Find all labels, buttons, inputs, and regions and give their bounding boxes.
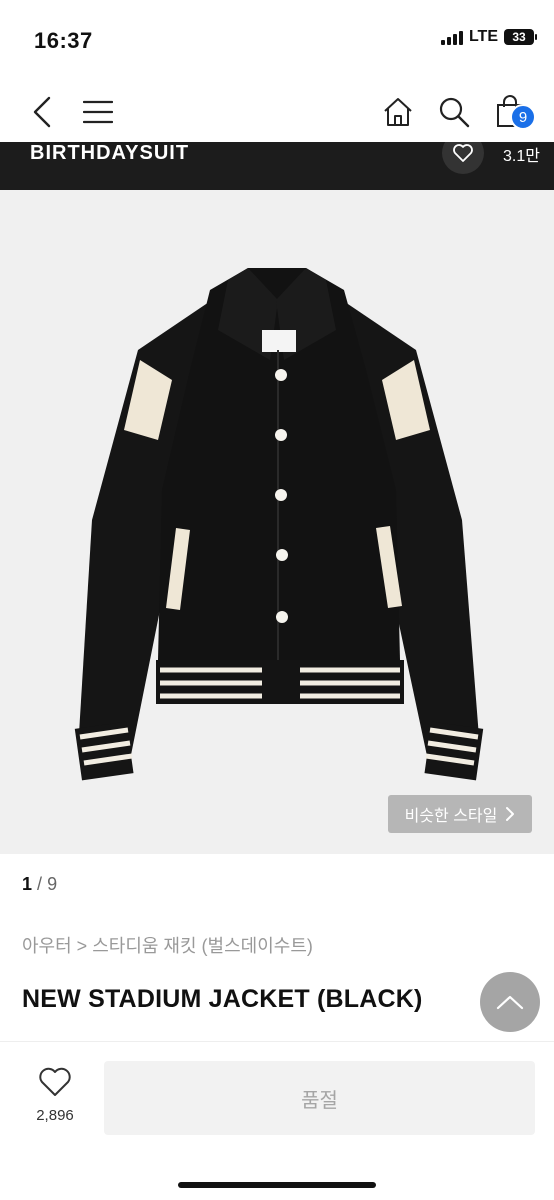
status-time: 16:37 <box>34 28 93 53</box>
image-current: 1 <box>22 874 33 894</box>
battery-icon: 33 <box>504 29 537 45</box>
product-title: NEW STADIUM JACKET (BLACK) <box>22 985 423 1013</box>
chevron-right-icon <box>506 807 515 821</box>
heart-icon <box>453 144 473 162</box>
image-total: 9 <box>47 874 58 894</box>
back-button[interactable] <box>22 92 62 132</box>
signal-icon <box>440 29 463 45</box>
product-image-gallery[interactable]: 비슷한 스타일 <box>0 190 554 854</box>
product-like-count: 2,896 <box>36 1107 74 1124</box>
brand-like-button[interactable] <box>442 142 484 174</box>
heart-icon <box>39 1067 71 1096</box>
chevron-left-icon <box>33 96 51 128</box>
home-icon <box>384 98 412 126</box>
home-indicator <box>178 1182 376 1188</box>
image-counter: 1 / 9 <box>22 874 57 895</box>
network-type: LTE <box>468 28 498 45</box>
cart-button[interactable]: 9 <box>490 92 536 132</box>
menu-button[interactable] <box>78 92 118 132</box>
brand-name[interactable]: BIRTHDAYSUIT <box>30 142 189 165</box>
cart-count-badge: 9 <box>510 104 536 130</box>
similar-style-label: 비슷한 스타일 <box>404 808 498 825</box>
bottom-action-bar: 2,896 품절 <box>0 1041 554 1200</box>
search-button[interactable] <box>434 92 474 132</box>
top-navigation: 9 <box>0 80 554 142</box>
chevron-up-icon <box>496 995 524 1010</box>
scroll-to-top-button[interactable] <box>480 972 540 1032</box>
category-breadcrumb[interactable]: 아우터 > 스타디움 재킷 (벌스데이수트) <box>22 932 313 958</box>
product-image <box>74 268 484 781</box>
sold-out-button[interactable]: 품절 <box>104 1061 535 1135</box>
image-counter-separator: / <box>37 874 43 894</box>
home-button[interactable] <box>378 92 418 132</box>
product-like-button[interactable]: 2,896 <box>24 1066 86 1136</box>
brand-like-count: 3.1만 <box>503 148 540 165</box>
similar-style-button[interactable]: 비슷한 스타일 <box>388 795 532 833</box>
battery-level: 33 <box>512 30 526 44</box>
hamburger-menu-icon <box>83 100 113 124</box>
status-bar: 16:37 LTE 33 <box>0 0 554 80</box>
status-indicators: LTE 33 <box>440 28 537 46</box>
search-icon <box>439 97 470 128</box>
brand-bar[interactable]: BIRTHDAYSUIT 3.1만 <box>0 142 554 190</box>
